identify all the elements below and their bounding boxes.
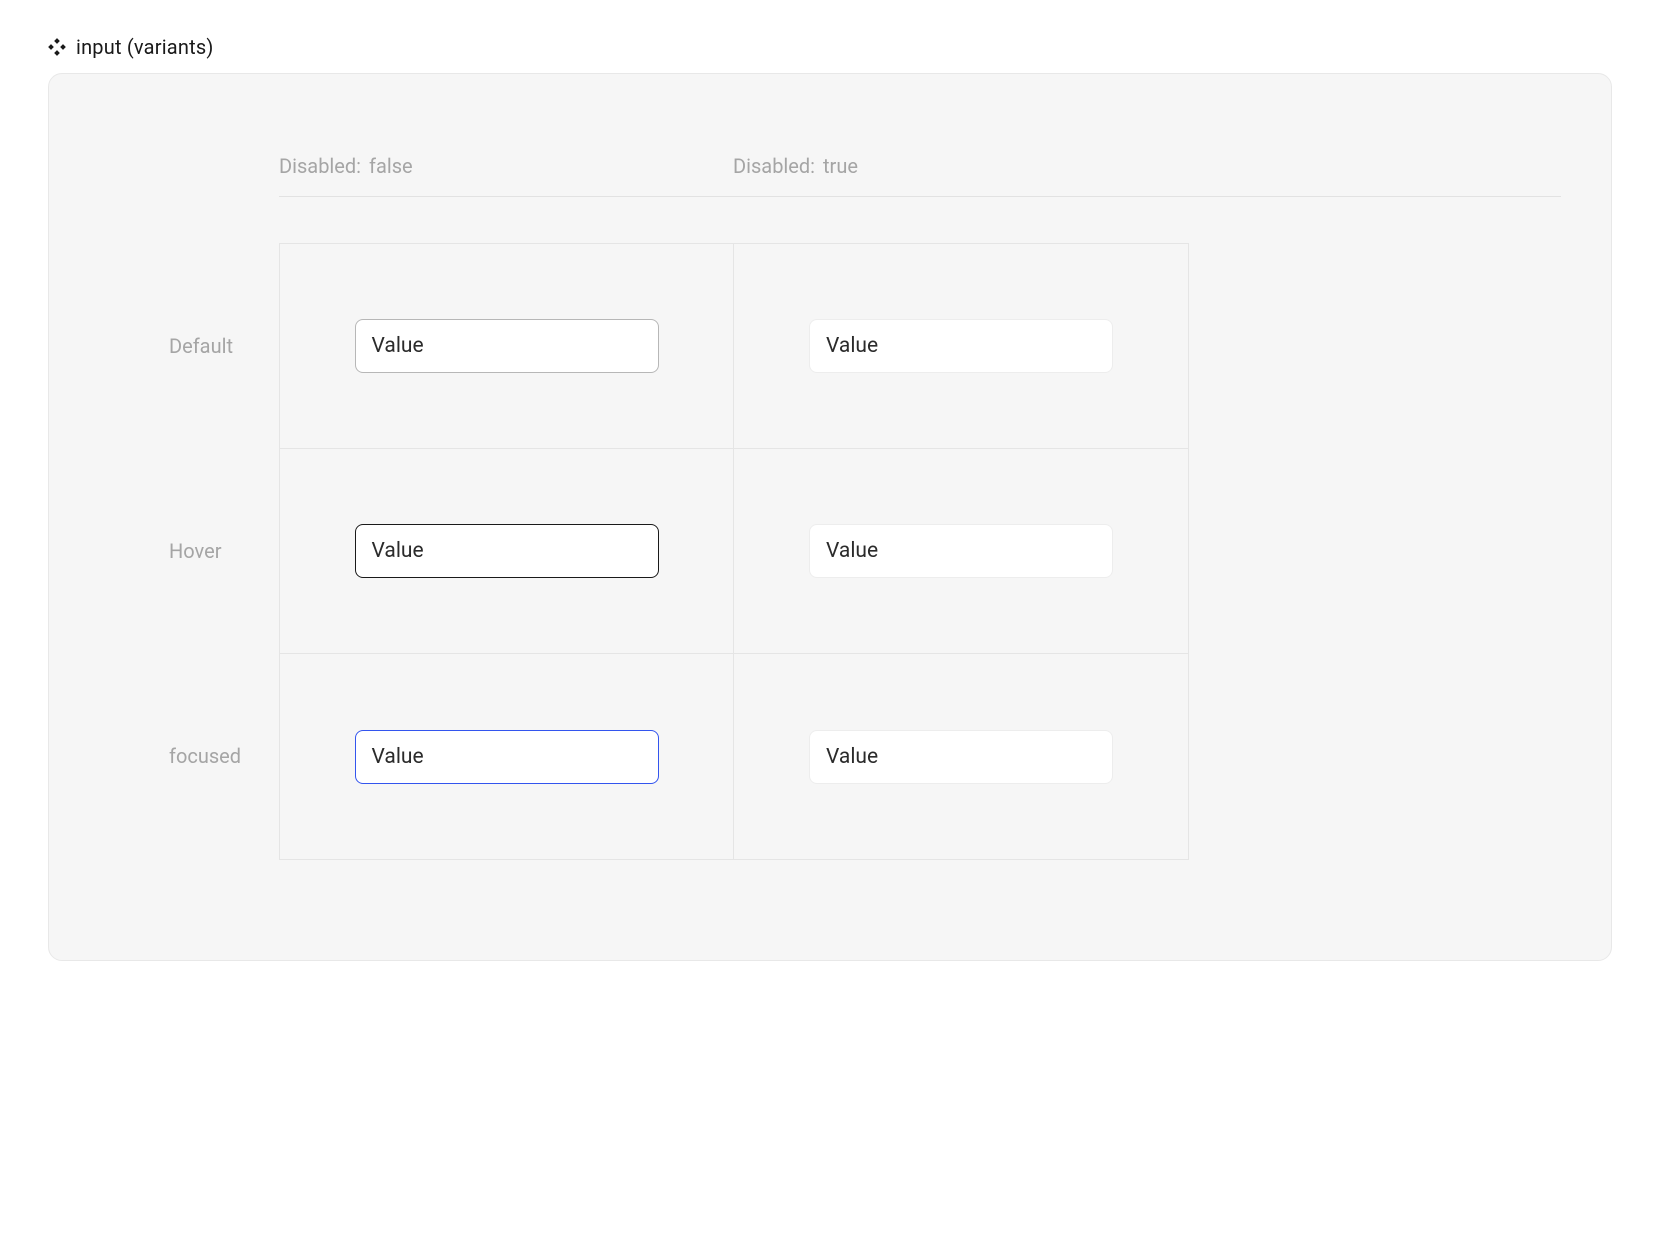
input-value: Value bbox=[826, 539, 878, 563]
cell-hover-enabled[interactable]: Value bbox=[280, 449, 734, 654]
input-value: Value bbox=[372, 539, 424, 563]
panel-title: input (variants) bbox=[76, 35, 214, 59]
cell-focused-enabled[interactable]: Value bbox=[280, 654, 734, 859]
row-label-hover: Hover bbox=[99, 448, 279, 653]
cell-default-enabled[interactable]: Value bbox=[280, 244, 734, 449]
row-labels: Default Hover focused bbox=[99, 243, 279, 860]
variant-cells: Value Value Value Value bbox=[279, 243, 1189, 860]
input-default[interactable]: Value bbox=[355, 319, 659, 373]
variants-icon bbox=[48, 38, 66, 56]
column-header-disabled-true: Disabled: true bbox=[733, 154, 1187, 178]
input-value: Value bbox=[372, 745, 424, 769]
cell-hover-disabled[interactable]: Value bbox=[734, 449, 1188, 654]
input-value: Value bbox=[372, 334, 424, 358]
panel-header: input (variants) bbox=[48, 35, 1612, 59]
cell-default-disabled[interactable]: Value bbox=[734, 244, 1188, 449]
column-headers: Disabled: false Disabled: true bbox=[279, 154, 1561, 197]
column-value: true bbox=[823, 154, 858, 178]
input-value: Value bbox=[826, 745, 878, 769]
column-property: Disabled: bbox=[279, 154, 361, 178]
column-property: Disabled: bbox=[733, 154, 815, 178]
input-hover-disabled: Value bbox=[809, 524, 1113, 578]
variants-frame: Disabled: false Disabled: true Default H… bbox=[48, 73, 1612, 961]
input-focused-disabled: Value bbox=[809, 730, 1113, 784]
column-value: false bbox=[369, 154, 413, 178]
input-value: Value bbox=[826, 334, 878, 358]
input-default-disabled: Value bbox=[809, 319, 1113, 373]
variants-panel: input (variants) Disabled: false Disable… bbox=[0, 0, 1660, 1009]
variants-grid: Default Hover focused Value Value bbox=[99, 243, 1561, 860]
cell-focused-disabled[interactable]: Value bbox=[734, 654, 1188, 859]
column-header-disabled-false: Disabled: false bbox=[279, 154, 733, 178]
row-label-default: Default bbox=[99, 243, 279, 448]
input-focused[interactable]: Value bbox=[355, 730, 659, 784]
row-label-focused: focused bbox=[99, 653, 279, 858]
input-hover[interactable]: Value bbox=[355, 524, 659, 578]
